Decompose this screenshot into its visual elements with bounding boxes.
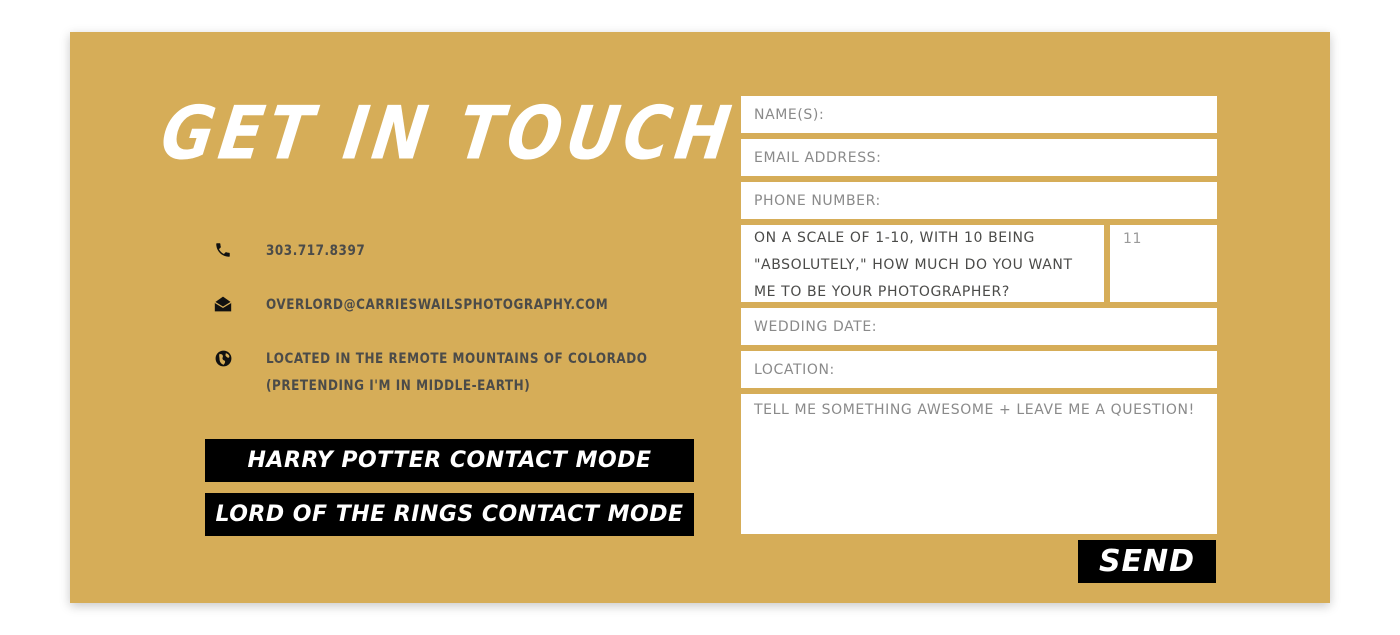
location-line-2: (PRETENDING I'M IN MIDDLE-EARTH) (266, 378, 531, 394)
page-title: GET IN TOUCH (156, 92, 741, 178)
send-button[interactable]: SEND (1078, 540, 1216, 583)
contact-location-row: LOCATED IN THE REMOTE MOUNTAINS OF COLOR… (212, 346, 681, 400)
message-textarea[interactable]: TELL ME SOMETHING AWESOME + LEAVE ME A Q… (741, 394, 1217, 534)
scale-question-label: ON A SCALE OF 1-10, WITH 10 BEING "ABSOL… (741, 225, 1104, 302)
location-line-1: LOCATED IN THE REMOTE MOUNTAINS OF COLOR… (266, 351, 648, 367)
lotr-mode-button[interactable]: LORD OF THE RINGS CONTACT MODE (205, 493, 694, 536)
globe-icon (212, 347, 234, 369)
harry-potter-mode-button[interactable]: HARRY POTTER CONTACT MODE (205, 439, 694, 482)
email-field[interactable]: EMAIL ADDRESS: (741, 139, 1217, 176)
envelope-open-icon (212, 293, 234, 315)
wedding-date-field[interactable]: WEDDING DATE: (741, 308, 1217, 345)
contact-phone-row: 303.717.8397 (212, 238, 374, 265)
phone-field[interactable]: PHONE NUMBER: (741, 182, 1217, 219)
location-field[interactable]: LOCATION: (741, 351, 1217, 388)
phone-number[interactable]: 303.717.8397 (266, 238, 365, 265)
email-address[interactable]: OVERLORD@CARRIESWAILSPHOTOGRAPHY.COM (266, 292, 608, 319)
scale-value-input[interactable]: 11 (1110, 225, 1217, 302)
location-text: LOCATED IN THE REMOTE MOUNTAINS OF COLOR… (266, 346, 647, 400)
phone-icon (212, 239, 234, 261)
name-field[interactable]: NAME(S): (741, 96, 1217, 133)
contact-email-row: OVERLORD@CARRIESWAILSPHOTOGRAPHY.COM (212, 292, 638, 319)
